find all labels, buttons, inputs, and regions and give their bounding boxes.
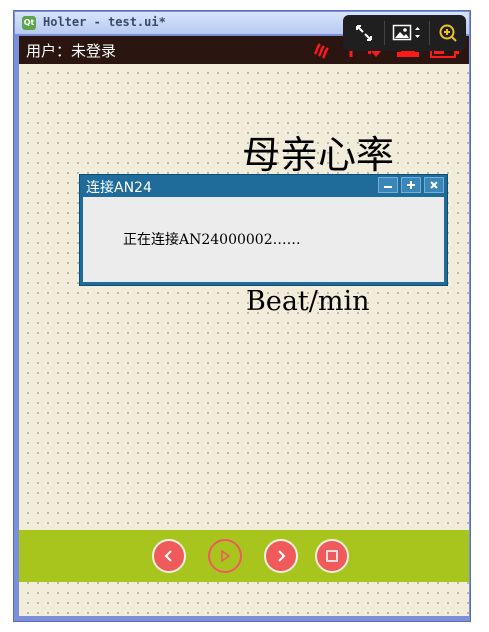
- user-login-label: 用户：未登录: [26, 42, 117, 60]
- stop-button[interactable]: [315, 539, 349, 573]
- zoom-button[interactable]: [433, 19, 463, 47]
- heart-rate-unit-label: Beat/min: [246, 286, 370, 317]
- previous-icon: [164, 550, 172, 562]
- toolbar-divider: [384, 21, 385, 45]
- toolbar-divider: [429, 21, 430, 45]
- dialog-title-buttons: [375, 177, 444, 193]
- next-icon: [278, 550, 286, 562]
- play-button[interactable]: [208, 539, 242, 573]
- image-icon: [392, 24, 420, 41]
- play-icon: [221, 549, 231, 563]
- floating-toolbar: [343, 15, 466, 51]
- dialog-title: 连接AN24: [86, 180, 152, 196]
- maternal-heart-rate-label: 母亲心率: [242, 133, 395, 177]
- close-icon: [430, 181, 438, 189]
- dialog-message: 正在连接AN24000002……: [123, 232, 301, 248]
- zoom-in-icon: [439, 24, 457, 42]
- stop-icon: [326, 550, 338, 562]
- minimize-icon: [384, 186, 392, 188]
- plus-icon: [407, 181, 415, 189]
- qt-app-icon: Qt: [22, 16, 36, 30]
- form-canvas: 母亲心率 Beat/min: [19, 64, 469, 616]
- dialog-maximize-button[interactable]: [401, 177, 421, 193]
- expand-icon: [356, 25, 372, 41]
- window-title: Holter - test.ui*: [43, 15, 166, 29]
- dialog-minimize-button[interactable]: [378, 177, 398, 193]
- heat-icon: [312, 40, 332, 64]
- fullscreen-button[interactable]: [349, 19, 379, 47]
- previous-button[interactable]: [152, 539, 186, 573]
- image-menu-button[interactable]: [389, 19, 425, 47]
- control-bar: [19, 530, 469, 582]
- dialog-close-button[interactable]: [424, 177, 444, 193]
- dialog-body: 正在连接AN24000002……: [83, 197, 444, 282]
- next-button[interactable]: [264, 539, 298, 573]
- connect-dialog: 连接AN24 正在连接AN24000002……: [79, 174, 448, 286]
